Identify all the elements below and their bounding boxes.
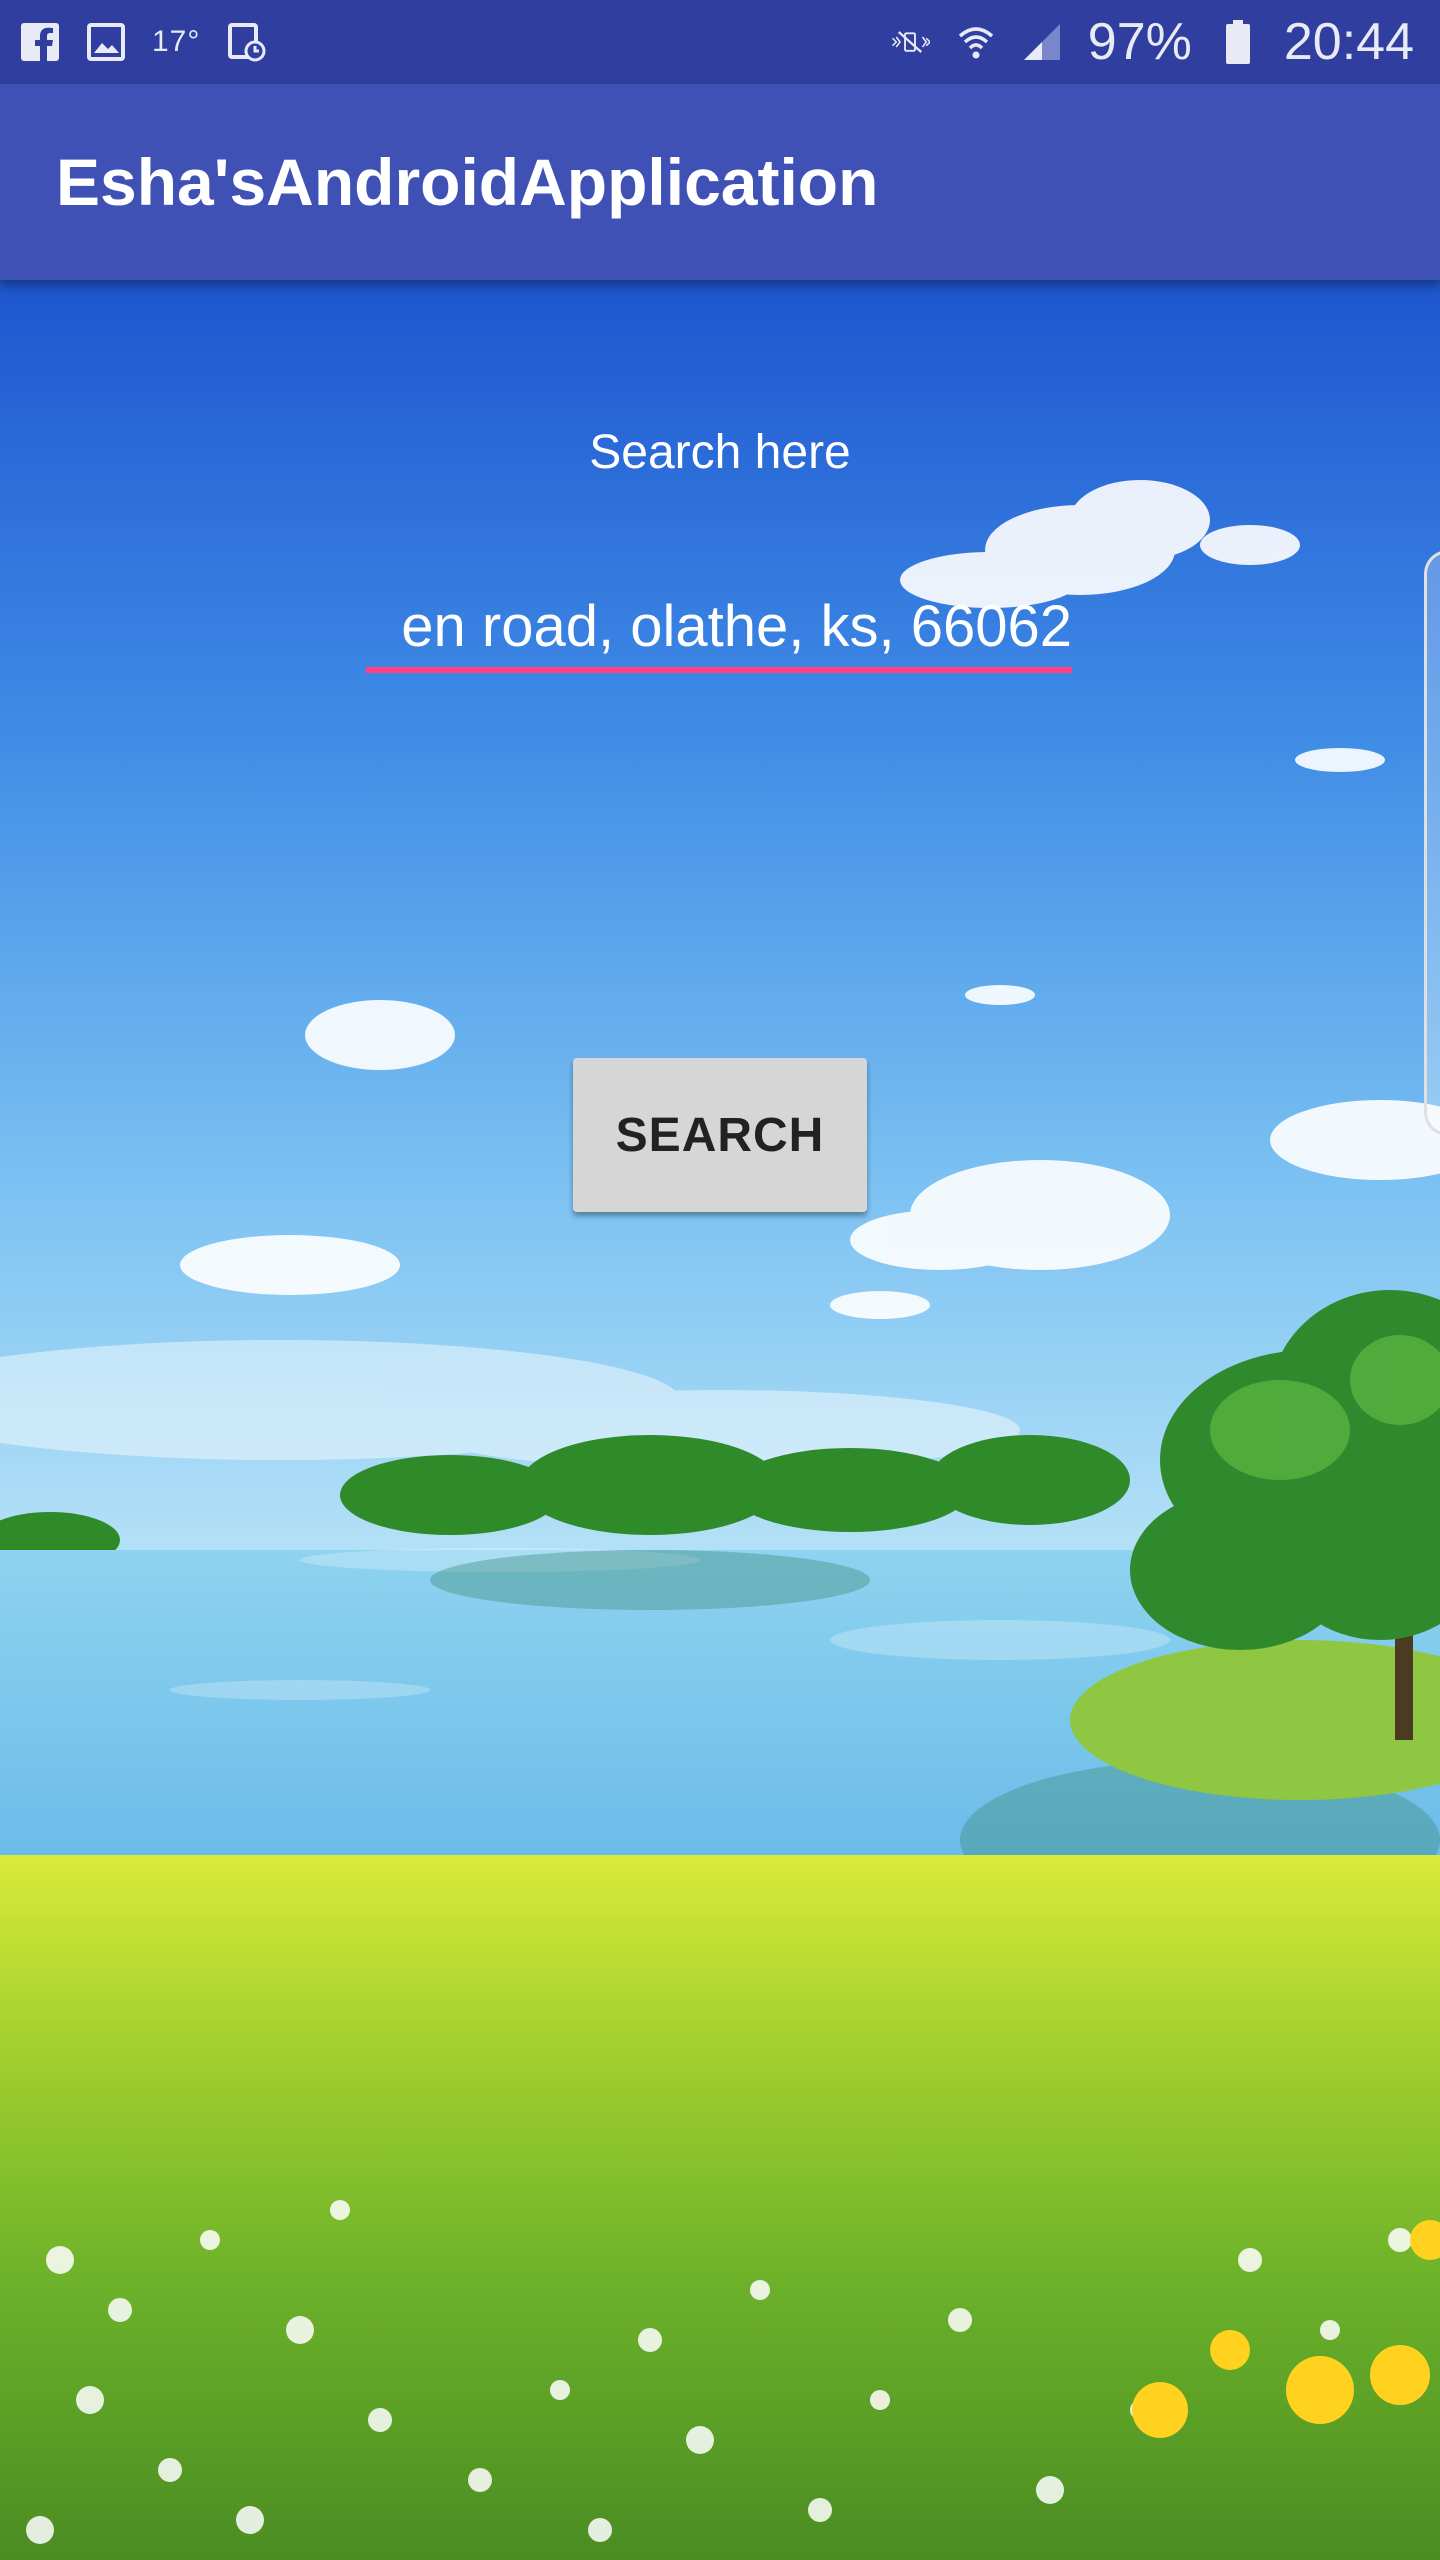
gallery-icon: [86, 22, 126, 62]
app-title: Esha'sAndroidApplication: [56, 145, 879, 219]
status-bar: 17° 97% 20:44: [0, 0, 1440, 84]
search-input[interactable]: [366, 585, 1072, 673]
search-label: Search here: [589, 426, 851, 479]
facebook-icon: [20, 22, 60, 62]
battery-icon: [1218, 20, 1258, 64]
battery-percentage: 97%: [1087, 13, 1192, 71]
search-button[interactable]: SEARCH: [573, 1058, 867, 1212]
wifi-icon: [956, 22, 996, 62]
app-bar: Esha'sAndroidApplication: [0, 84, 1440, 280]
status-bar-left: 17°: [20, 22, 266, 62]
edge-panel-handle[interactable]: [1424, 550, 1440, 1136]
status-bar-right: 97% 20:44: [890, 12, 1414, 72]
mute-icon: [890, 22, 930, 62]
signal-icon: [1022, 22, 1062, 62]
alarm-icon: [226, 22, 266, 62]
clock: 20:44: [1283, 13, 1414, 71]
temperature-text: 17°: [152, 25, 201, 58]
